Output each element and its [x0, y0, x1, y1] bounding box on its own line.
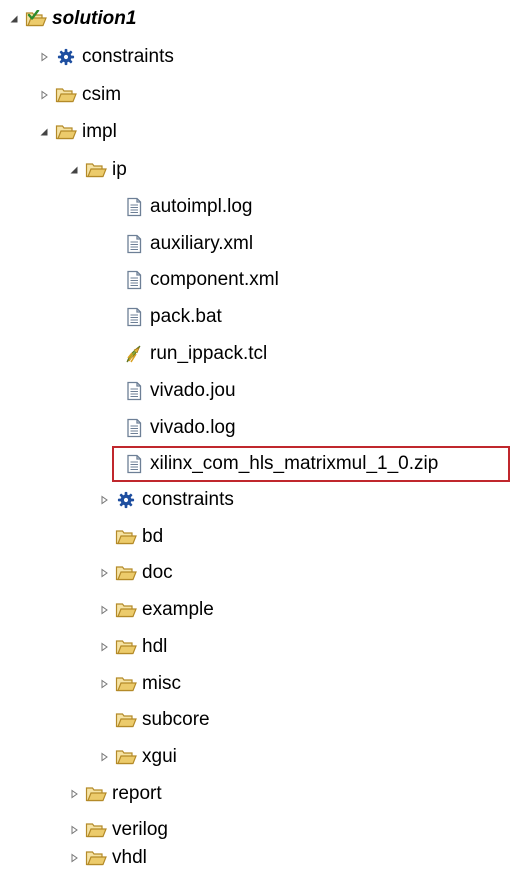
tree-node-autoimpl-log[interactable]: autoimpl.log: [104, 189, 252, 225]
tree-node-component-xml[interactable]: component.xml: [104, 262, 279, 298]
tree-node-label: example: [142, 599, 214, 620]
tree-node-label: pack.bat: [150, 306, 222, 327]
tree-node-bd[interactable]: bd: [96, 519, 163, 555]
tree-node-label: misc: [142, 673, 182, 694]
project-explorer-tree: solution1 constraints csim impl ip autoi…: [0, 0, 512, 877]
folder-icon: [115, 747, 137, 767]
expand-arrow-icon[interactable]: [96, 565, 112, 581]
tree-node-label: constraints: [142, 489, 234, 510]
gear-icon: [115, 490, 137, 510]
expand-arrow-icon[interactable]: [96, 492, 112, 508]
folder-icon: [115, 527, 137, 547]
tree-node-vivado-log[interactable]: vivado.log: [104, 410, 236, 446]
tree-node-label: constraints: [82, 46, 174, 67]
folder-open-icon: [55, 122, 77, 142]
tree-node-doc[interactable]: doc: [96, 555, 173, 591]
expand-arrow-icon[interactable]: [96, 639, 112, 655]
tree-node-xgui[interactable]: xgui: [96, 739, 177, 775]
expand-arrow-icon[interactable]: [96, 749, 112, 765]
tree-node-label: impl: [82, 121, 117, 142]
tree-node-vivado-jou[interactable]: vivado.jou: [104, 373, 236, 409]
tree-node-label: csim: [82, 84, 122, 105]
folder-icon: [85, 820, 107, 840]
tree-node-label: solution1: [52, 8, 137, 29]
file-icon: [123, 307, 145, 327]
collapse-arrow-icon[interactable]: [6, 11, 22, 27]
highlight-box: [112, 446, 510, 482]
tree-node-label: vivado.jou: [150, 380, 236, 401]
tree-node-label: auxiliary.xml: [150, 233, 254, 254]
tree-node-label: doc: [142, 562, 173, 583]
solution-folder-icon: [25, 9, 47, 29]
tree-node-hdl[interactable]: hdl: [96, 629, 167, 665]
folder-icon: [115, 563, 137, 583]
expand-arrow-icon[interactable]: [36, 49, 52, 65]
expand-arrow-icon[interactable]: [96, 676, 112, 692]
tree-node-label: bd: [142, 526, 164, 547]
folder-icon: [55, 85, 77, 105]
gear-icon: [55, 47, 77, 67]
tcl-script-icon: [123, 344, 145, 364]
folder-icon: [115, 710, 137, 730]
folder-icon: [85, 848, 107, 868]
tree-node-csim[interactable]: csim: [36, 77, 121, 113]
tree-node-label: verilog: [112, 819, 168, 840]
tree-node-label: run_ippack.tcl: [150, 343, 268, 364]
tree-node-impl[interactable]: impl: [36, 114, 117, 150]
file-icon: [123, 234, 145, 254]
tree-node-label: vhdl: [112, 847, 147, 868]
file-icon: [123, 418, 145, 438]
tree-node-label: vivado.log: [150, 417, 236, 438]
tree-node-ip[interactable]: ip: [66, 152, 127, 188]
collapse-arrow-icon[interactable]: [36, 124, 52, 140]
tree-node-label: xgui: [142, 746, 177, 767]
tree-node-ip-constraints[interactable]: constraints: [96, 482, 234, 518]
tree-node-constraints[interactable]: constraints: [36, 39, 174, 75]
tree-node-misc[interactable]: misc: [96, 666, 181, 702]
tree-node-auxiliary-xml[interactable]: auxiliary.xml: [104, 226, 253, 262]
tree-node-label: report: [112, 783, 162, 804]
expand-arrow-icon[interactable]: [66, 822, 82, 838]
tree-node-vhdl[interactable]: vhdl: [66, 840, 147, 876]
tree-node-subcore[interactable]: subcore: [96, 702, 210, 738]
tree-node-label: autoimpl.log: [150, 196, 253, 217]
folder-icon: [85, 784, 107, 804]
tree-node-label: hdl: [142, 636, 168, 657]
folder-open-icon: [85, 160, 107, 180]
folder-icon: [115, 600, 137, 620]
tree-node-label: subcore: [142, 709, 210, 730]
tree-node-run-ippack-tcl[interactable]: run_ippack.tcl: [104, 336, 267, 372]
collapse-arrow-icon[interactable]: [66, 162, 82, 178]
file-icon: [123, 270, 145, 290]
expand-arrow-icon[interactable]: [96, 602, 112, 618]
file-icon: [123, 381, 145, 401]
tree-node-label: component.xml: [150, 269, 279, 290]
tree-node-label: ip: [112, 159, 127, 180]
folder-icon: [115, 637, 137, 657]
expand-arrow-icon[interactable]: [36, 87, 52, 103]
tree-node-report[interactable]: report: [66, 776, 162, 812]
tree-node-solution1[interactable]: solution1: [6, 1, 136, 37]
expand-arrow-icon[interactable]: [66, 786, 82, 802]
tree-node-pack-bat[interactable]: pack.bat: [104, 299, 222, 335]
folder-icon: [115, 674, 137, 694]
expand-arrow-icon[interactable]: [66, 850, 82, 866]
file-icon: [123, 197, 145, 217]
tree-node-example[interactable]: example: [96, 592, 214, 628]
